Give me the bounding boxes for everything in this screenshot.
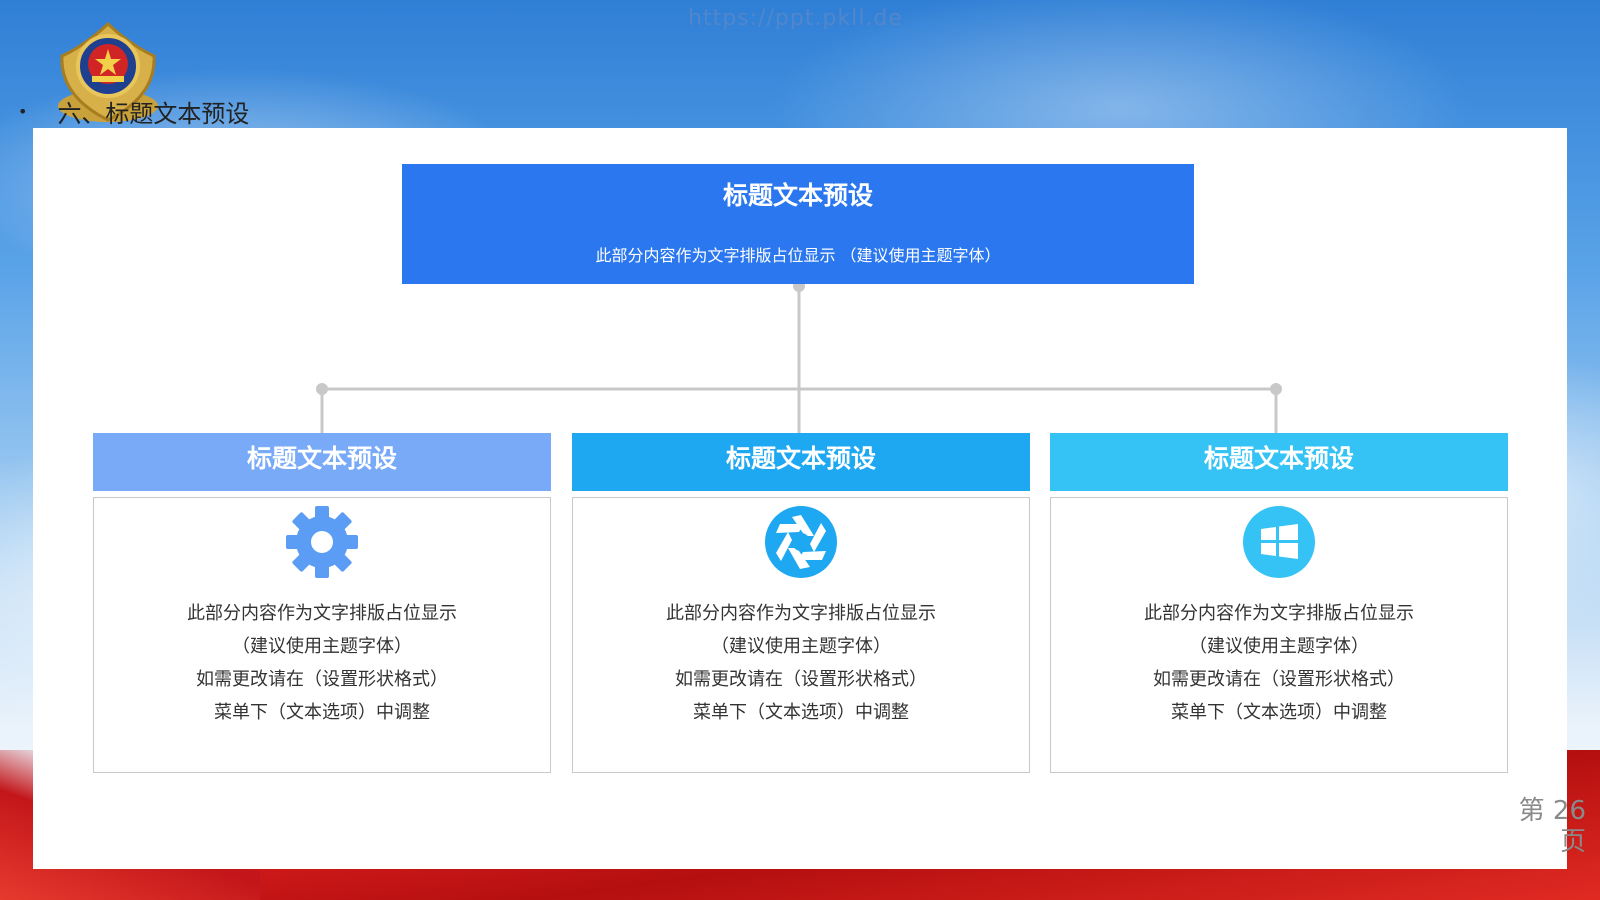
column-2-header: 标题文本预设	[572, 433, 1030, 491]
gear-icon	[286, 506, 358, 578]
page-number: 第 26 页	[1516, 796, 1586, 858]
column-3-line-2: （建议使用主题字体）	[1189, 636, 1369, 657]
column-1-body: 此部分内容作为文字排版占位显示 （建议使用主题字体） 如需更改请在（设置形状格式…	[93, 497, 551, 773]
page-number-line-2: 页	[1559, 827, 1586, 857]
bullet-marker: •	[18, 102, 28, 121]
column-3-body: 此部分内容作为文字排版占位显示 （建议使用主题字体） 如需更改请在（设置形状格式…	[1050, 497, 1508, 773]
column-2-line-2: （建议使用主题字体）	[711, 636, 891, 657]
watermark-text: https://ppt.pkll.de	[688, 6, 903, 31]
column-1-header: 标题文本预设	[93, 433, 551, 491]
column-3-line-1: 此部分内容作为文字排版占位显示	[1144, 603, 1414, 624]
top-box-title: 标题文本预设	[722, 181, 873, 210]
column-1-line-2: （建议使用主题字体）	[232, 636, 412, 657]
slide-title: • 六、标题文本预设	[18, 94, 249, 129]
page-number-line-1: 第 26	[1518, 796, 1586, 826]
column-1-line-3: 如需更改请在（设置形状格式）	[196, 669, 448, 690]
slide-title-text: 六、标题文本预设	[57, 100, 250, 128]
column-2-line-3: 如需更改请在（设置形状格式）	[675, 669, 927, 690]
column-2-body: 此部分内容作为文字排版占位显示 （建议使用主题字体） 如需更改请在（设置形状格式…	[572, 497, 1030, 773]
column-3-header: 标题文本预设	[1050, 433, 1508, 491]
column-3-line-3: 如需更改请在（设置形状格式）	[1153, 669, 1405, 690]
top-box-subtitle: 此部分内容作为文字排版占位显示 （建议使用主题字体）	[595, 246, 1001, 265]
column-2-line-1: 此部分内容作为文字排版占位显示	[666, 603, 936, 624]
column-3-line-4: 菜单下（文本选项）中调整	[1171, 702, 1387, 723]
column-1-line-4: 菜单下（文本选项）中调整	[214, 702, 430, 723]
camera-aperture-icon	[765, 506, 837, 578]
top-title-box: 标题文本预设 此部分内容作为文字排版占位显示 （建议使用主题字体）	[402, 164, 1194, 284]
column-1-line-1: 此部分内容作为文字排版占位显示	[187, 603, 457, 624]
column-2-line-4: 菜单下（文本选项）中调整	[693, 702, 909, 723]
windows-logo-icon	[1243, 506, 1315, 578]
